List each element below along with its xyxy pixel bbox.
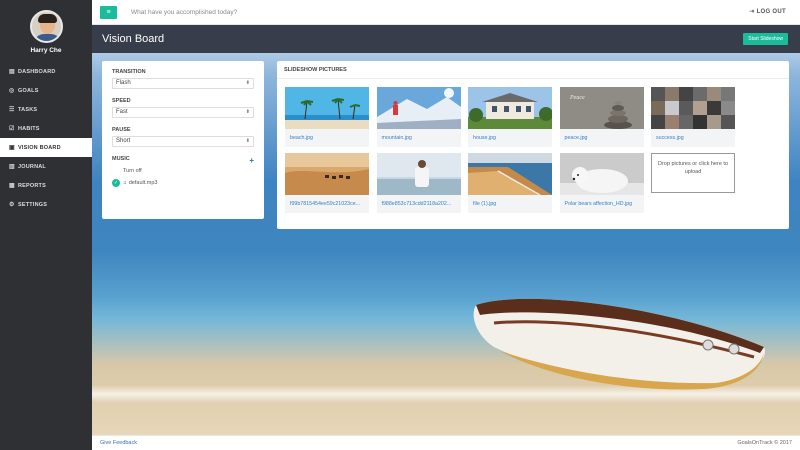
picture-caption-link[interactable]: f988e853c713cdd2118a202...: [377, 195, 461, 213]
sidebar-item-dashboard[interactable]: ▤ DASHBOARD: [0, 62, 92, 81]
sidebar-item-goals[interactable]: ◎ GOALS: [0, 81, 92, 100]
transition-value: Flash: [116, 80, 131, 86]
music-label: MUSIC: [112, 156, 130, 162]
sidebar-item-label: VISION BOARD: [18, 144, 61, 151]
pause-select[interactable]: Short ⬍: [112, 136, 254, 147]
picture-thumbnail[interactable]: [285, 153, 369, 195]
check-circle-icon: ✓: [112, 179, 120, 187]
picture-caption-link[interactable]: Polar bears affection_HD.jpg: [560, 195, 644, 213]
user-profile: Harry Che: [0, 0, 92, 62]
book-icon: ▥: [9, 164, 15, 170]
user-name: Harry Che: [30, 47, 62, 54]
music-option-label: default.mp3: [128, 180, 158, 186]
picture-caption-link[interactable]: file (1).jpg: [468, 195, 552, 213]
picture-thumbnail[interactable]: [559, 153, 644, 195]
start-slideshow-button[interactable]: Start Slideshow: [743, 33, 788, 45]
give-feedback-link[interactable]: Give Feedback: [100, 440, 137, 446]
slideshow-settings-panel: TRANSITION Flash ⬍ SPEED Fast ⬍ PAUSE Shor…: [102, 61, 264, 219]
picture-thumbnail[interactable]: [651, 87, 735, 129]
updown-arrow-icon: ⬍: [245, 109, 250, 115]
speed-select[interactable]: Fast ⬍: [112, 107, 254, 118]
target-icon: ◎: [9, 88, 15, 94]
picture-caption-link[interactable]: mountain.jpg: [377, 129, 461, 147]
picture-thumbnail[interactable]: [376, 153, 461, 195]
background-boat-image: [473, 298, 766, 390]
picture-thumbnail[interactable]: [468, 87, 552, 129]
bar-chart-icon: ▦: [9, 183, 15, 189]
speed-label: SPEED: [112, 98, 131, 104]
slideshow-pictures-panel: SLIDESHOW PICTURES beach.jpg mountain.jpg…: [277, 61, 789, 229]
sidebar-item-label: HABITS: [18, 125, 40, 132]
sidebar-item-settings[interactable]: ⚙ SETTINGS: [0, 195, 92, 214]
upload-dropzone[interactable]: Drop pictures or click here to upload: [651, 153, 735, 193]
sidebar-item-label: SETTINGS: [18, 201, 48, 208]
add-music-button[interactable]: +: [249, 156, 254, 164]
sidebar-item-vision-board[interactable]: ▣ VISION BOARD: [0, 138, 92, 157]
music-option-default[interactable]: ✓ ♫ default.mp3: [112, 177, 254, 189]
picture-thumbnail[interactable]: [468, 153, 552, 195]
picture-caption-link[interactable]: house.jpg: [468, 129, 552, 147]
top-bar: ≡ What have you accomplished today? ⇥ LOG…: [92, 0, 800, 25]
page-title: Vision Board: [102, 33, 165, 45]
sidebar-item-label: DASHBOARD: [18, 68, 56, 75]
logout-button[interactable]: ⇥ LOG OUT: [749, 8, 786, 15]
picture-card[interactable]: beach.jpg: [285, 87, 369, 147]
music-option-turn-off[interactable]: Turn off: [112, 165, 254, 177]
picture-caption-link[interactable]: beach.jpg: [285, 129, 369, 147]
pause-value: Short: [116, 138, 131, 144]
picture-card[interactable]: success.jpg: [651, 87, 735, 147]
picture-card[interactable]: file (1).jpg: [468, 153, 552, 213]
menu-toggle-button[interactable]: ≡: [100, 5, 117, 19]
avatar[interactable]: [29, 10, 63, 43]
music-option-label: Turn off: [123, 168, 142, 174]
sidebar-item-tasks[interactable]: ☰ TASKS: [0, 100, 92, 119]
picture-thumbnail[interactable]: [285, 87, 369, 129]
slideshow-pictures-title: SLIDESHOW PICTURES: [277, 61, 789, 79]
picture-card[interactable]: f988e853c713cdd2118a202...: [376, 153, 461, 213]
updown-arrow-icon: ⬍: [245, 138, 250, 144]
dashboard-icon: ▤: [9, 69, 15, 75]
picture-caption-link[interactable]: peace.jpg: [560, 129, 644, 147]
picture-card[interactable]: house.jpg: [468, 87, 552, 147]
picture-card[interactable]: Polar bears affection_HD.jpg: [559, 153, 644, 213]
speed-value: Fast: [116, 109, 128, 115]
transition-select[interactable]: Flash ⬍: [112, 78, 254, 89]
accomplish-prompt[interactable]: What have you accomplished today?: [131, 9, 237, 16]
picture-card[interactable]: Peace peace.jpg: [559, 87, 644, 147]
logout-label: LOG OUT: [756, 9, 786, 15]
check-square-icon: ☑: [9, 126, 15, 132]
sidebar-item-label: TASKS: [18, 106, 38, 113]
sidebar-item-label: JOURNAL: [18, 163, 46, 170]
picture-thumbnail[interactable]: [376, 87, 461, 129]
logout-icon: ⇥: [749, 9, 755, 15]
sidebar: Harry Che ▤ DASHBOARD ◎ GOALS ☰ TASKS ☑ HABITS ▣…: [0, 0, 92, 450]
copyright-text: GoalsOnTrack © 2017: [737, 440, 792, 446]
main-content: Vision Board Start Slideshow TRANSITION …: [92, 25, 800, 435]
picture-card[interactable]: f99b7815454ee59c21023ce...: [285, 153, 369, 213]
sidebar-item-habits[interactable]: ☑ HABITS: [0, 119, 92, 138]
sidebar-item-journal[interactable]: ▥ JOURNAL: [0, 157, 92, 176]
picture-caption-link[interactable]: success.jpg: [651, 129, 735, 147]
page-header: Vision Board Start Slideshow: [92, 25, 800, 53]
updown-arrow-icon: ⬍: [245, 80, 250, 86]
sidebar-item-label: REPORTS: [18, 182, 46, 189]
gear-icon: ⚙: [9, 202, 15, 208]
sidebar-item-reports[interactable]: ▦ REPORTS: [0, 176, 92, 195]
music-note-icon: ♫: [123, 180, 127, 186]
picture-card[interactable]: mountain.jpg: [376, 87, 461, 147]
image-icon: ▣: [9, 145, 15, 151]
picture-thumbnail[interactable]: Peace: [559, 87, 644, 129]
footer: Give Feedback GoalsOnTrack © 2017: [92, 435, 800, 450]
sidebar-nav: ▤ DASHBOARD ◎ GOALS ☰ TASKS ☑ HABITS ▣ VISION BOA…: [0, 62, 92, 214]
svg-text:Peace: Peace: [569, 95, 585, 101]
list-icon: ☰: [9, 107, 15, 113]
sidebar-item-label: GOALS: [18, 87, 39, 94]
transition-label: TRANSITION: [112, 69, 146, 75]
picture-caption-link[interactable]: f99b7815454ee59c21023ce...: [285, 195, 369, 213]
pause-label: PAUSE: [112, 127, 131, 133]
